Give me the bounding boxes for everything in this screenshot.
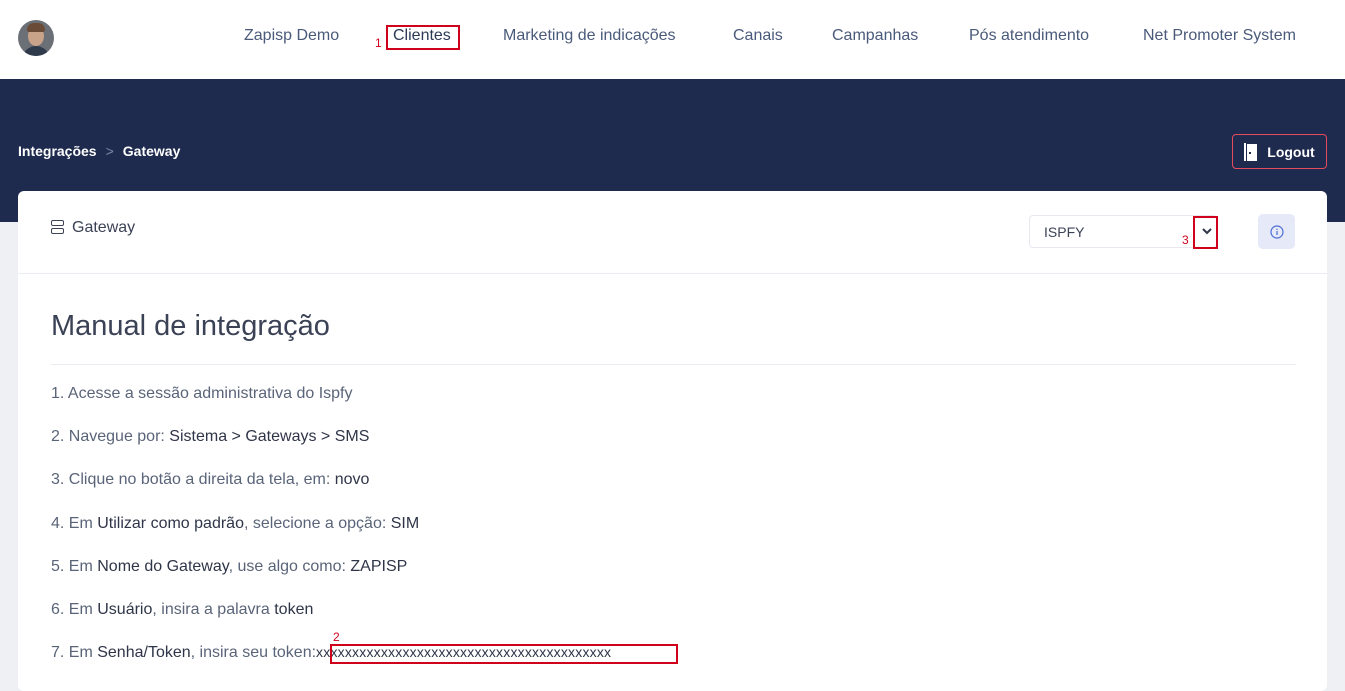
step-text: , selecione a opção: (243, 515, 391, 532)
step-text: , use algo como: (228, 558, 351, 575)
door-exit-icon (1244, 142, 1258, 161)
breadcrumb: Integrações > Gateway (18, 143, 180, 159)
step-bold: ZAPISP (350, 558, 408, 575)
step-bold: Usuário (97, 601, 153, 618)
logout-button[interactable]: Logout (1232, 134, 1327, 169)
top-navbar: Zapisp Demo 1 Clientes Marketing de indi… (0, 0, 1345, 79)
step-text: 7. Em (51, 644, 98, 661)
step-text: 2. Navegue por: (51, 428, 170, 445)
step-bold: novo (334, 471, 370, 488)
info-icon (1269, 224, 1284, 239)
nav-item-clientes[interactable]: Clientes (393, 27, 451, 45)
breadcrumb-current: Gateway (122, 143, 181, 159)
nav-item-marketing-indicacoes[interactable]: Marketing de indicações (503, 27, 676, 45)
step-bold: Senha/Token (97, 644, 191, 661)
nav-item-pos-atendimento[interactable]: Pós atendimento (969, 27, 1089, 45)
manual-step-5: 5. Em Nome do Gateway, use algo como: ZA… (51, 558, 407, 576)
nav-item-zapisp-demo[interactable]: Zapisp Demo (244, 27, 339, 45)
step-bold: Utilizar como padrão (97, 515, 244, 532)
breadcrumb-parent[interactable]: Integrações (18, 143, 97, 159)
nav-item-canais[interactable]: Canais (733, 27, 783, 45)
manual-step-6: 6. Em Usuário, insira a palavra token (51, 601, 313, 619)
card-header: Gateway ISPFY 3 (18, 191, 1327, 274)
manual-step-1: 1. Acesse a sessão administrativa do Isp… (51, 385, 352, 403)
manual-title: Manual de integração (51, 310, 330, 342)
avatar[interactable] (18, 20, 54, 56)
divider (51, 364, 1296, 365)
step-text: 4. Em (51, 515, 98, 532)
step-text: 1. Acesse a sessão administrativa do Isp… (51, 385, 353, 402)
annotation-number-2: 2 (333, 630, 340, 644)
breadcrumb-separator: > (105, 143, 114, 159)
step-text: 5. Em (51, 558, 98, 575)
info-button[interactable] (1258, 214, 1295, 249)
manual-step-2: 2. Navegue por: Sistema > Gateways > SMS (51, 428, 369, 446)
nav-item-campanhas[interactable]: Campanhas (832, 27, 918, 45)
manual-step-4: 4. Em Utilizar como padrão, selecione a … (51, 515, 419, 533)
step-bold: token (274, 601, 314, 618)
step-text: 3. Clique no botão a direita da tela, em… (51, 471, 335, 488)
manual-step-3: 3. Clique no botão a direita da tela, em… (51, 471, 369, 489)
card-title: Gateway (72, 219, 136, 236)
gateway-card: Gateway ISPFY 3 Manual de integração 1. … (18, 191, 1327, 691)
step-bold: SIM (390, 515, 420, 532)
chevron-down-icon (1202, 228, 1212, 235)
step-text: 6. Em (51, 601, 98, 618)
server-icon (51, 220, 64, 235)
logout-label: Logout (1267, 143, 1315, 160)
nav-item-net-promoter-system[interactable]: Net Promoter System (1143, 27, 1296, 45)
step-text: , insira seu token: (190, 644, 317, 661)
gateway-select-value: ISPFY (1044, 224, 1085, 240)
step-bold: Sistema > Gateways > SMS (169, 428, 370, 445)
annotation-box-2 (330, 644, 678, 664)
annotation-number-3: 3 (1182, 233, 1189, 247)
step-bold: Nome do Gateway (97, 558, 229, 575)
annotation-number-1: 1 (375, 36, 382, 50)
step-text: , insira a palavra (152, 601, 275, 618)
select-dropdown-toggle[interactable] (1198, 220, 1218, 244)
